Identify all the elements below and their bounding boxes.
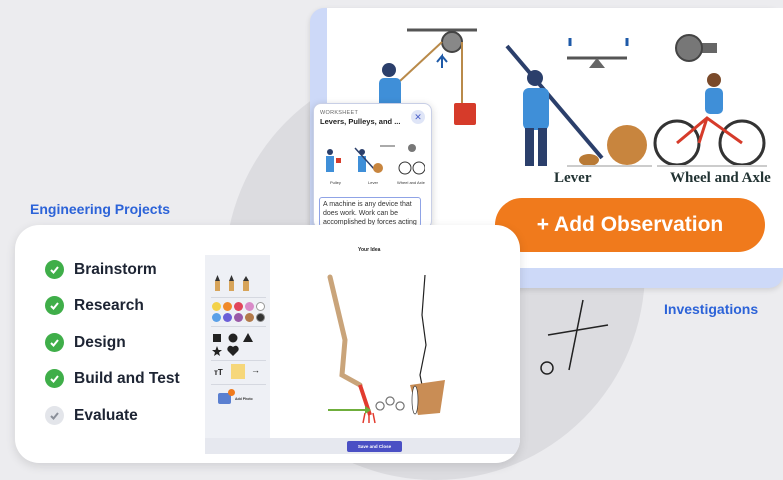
step-evaluate[interactable]: Evaluate xyxy=(45,406,138,425)
step-label: Design xyxy=(74,333,126,351)
worksheet-popup: WORKSHEET Levers, Pulleys, and ... ✕ Pul… xyxy=(313,103,432,229)
color-swatch[interactable] xyxy=(256,302,265,311)
engineering-card: Brainstorm Research Design Build and Tes… xyxy=(15,225,520,463)
check-icon xyxy=(45,296,64,315)
worksheet-caption-lever: Lever xyxy=(368,180,379,185)
step-label: Build and Test xyxy=(74,369,180,387)
drawing-tools-panel: тT → Add Photo xyxy=(205,255,270,438)
sticky-note-icon[interactable] xyxy=(231,364,245,379)
worksheet-title: Levers, Pulleys, and ... xyxy=(320,117,401,126)
worksheet-thumbnail-illustration xyxy=(326,144,425,175)
wheel-and-axle-illustration xyxy=(653,34,767,167)
text-tool-icon[interactable]: тT xyxy=(214,368,223,377)
shapes-icon[interactable] xyxy=(212,332,262,358)
engineering-projects-heading: Engineering Projects xyxy=(30,201,171,217)
close-icon[interactable]: ✕ xyxy=(411,110,425,124)
color-swatch[interactable] xyxy=(223,313,232,322)
worksheet-caption-pulley: Pulley xyxy=(330,180,341,185)
decorative-marks xyxy=(540,299,609,375)
wheel-and-axle-label: Wheel and Axle xyxy=(670,170,771,186)
lever-illustration xyxy=(505,38,652,167)
color-swatch[interactable] xyxy=(212,302,221,311)
pencil-tools-icon[interactable] xyxy=(213,273,263,293)
editor-title: Your Idea xyxy=(358,247,381,253)
color-swatch[interactable] xyxy=(245,302,254,311)
color-swatch[interactable] xyxy=(234,302,243,311)
add-photo-label[interactable]: Add Photo xyxy=(235,397,253,401)
color-swatch[interactable] xyxy=(245,313,254,322)
step-research[interactable]: Research xyxy=(45,296,144,315)
drawing-canvas[interactable] xyxy=(270,255,520,438)
color-swatch[interactable] xyxy=(223,302,232,311)
color-swatch[interactable] xyxy=(234,313,243,322)
sketch-drawing xyxy=(327,274,445,424)
step-brainstorm[interactable]: Brainstorm xyxy=(45,260,157,279)
worksheet-text: A machine is any device that does work. … xyxy=(319,197,421,227)
check-icon xyxy=(45,369,64,388)
check-icon xyxy=(45,260,64,279)
arrow-tool-icon[interactable]: → xyxy=(251,365,260,375)
save-and-close-button[interactable]: Save and Close xyxy=(347,441,402,452)
color-swatch[interactable] xyxy=(212,313,221,322)
add-observation-button[interactable]: + Add Observation xyxy=(495,198,765,252)
lever-label: Lever xyxy=(554,170,592,186)
step-build-and-test[interactable]: Build and Test xyxy=(45,369,180,388)
add-badge-icon xyxy=(228,389,235,396)
worksheet-caption-wheel: Wheel and Axle xyxy=(397,180,425,185)
worksheet-kicker: WORKSHEET xyxy=(320,110,359,116)
step-design[interactable]: Design xyxy=(45,333,126,352)
investigations-heading: Investigations xyxy=(664,301,759,317)
step-label: Evaluate xyxy=(74,406,138,424)
step-label: Research xyxy=(74,296,144,314)
step-label: Brainstorm xyxy=(74,260,157,278)
color-swatch[interactable] xyxy=(256,313,265,322)
check-icon xyxy=(45,406,64,425)
check-icon xyxy=(45,333,64,352)
